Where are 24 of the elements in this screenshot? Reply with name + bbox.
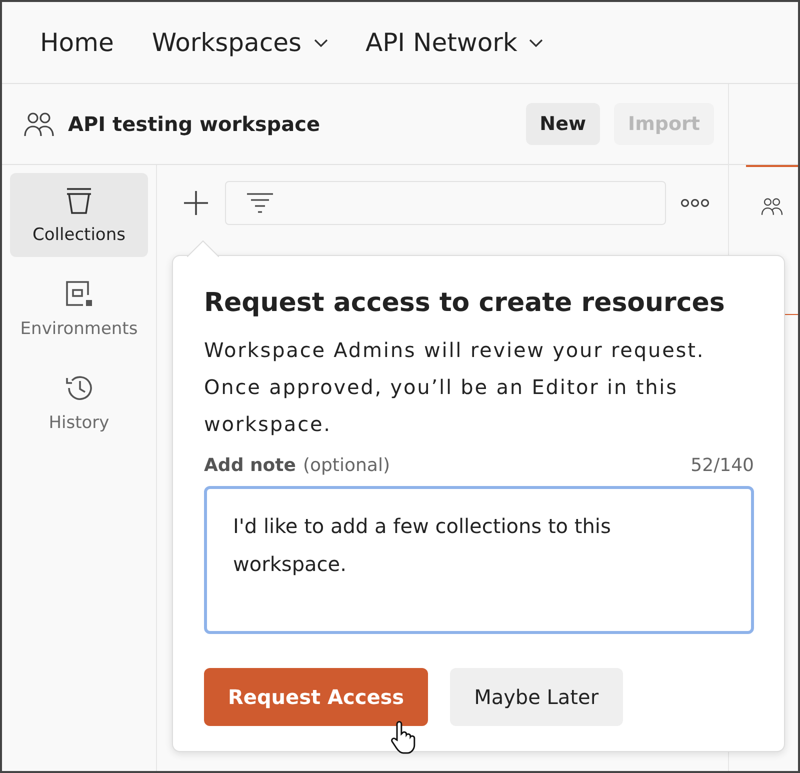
- secondary-button[interactable]: Maybe Later: [450, 668, 623, 726]
- primary-button[interactable]: Request Access: [204, 668, 428, 726]
- workspace-title: API testing workspace: [68, 112, 322, 136]
- environment-icon: [64, 279, 94, 309]
- sidebar-item[interactable]: History: [10, 359, 148, 445]
- filter-icon: [246, 192, 274, 214]
- plus-icon[interactable]: [181, 188, 211, 218]
- field-label: Add note: [204, 455, 296, 476]
- more-icon[interactable]: [680, 198, 710, 208]
- sidebar-item[interactable]: Environments: [10, 265, 148, 351]
- nav-link[interactable]: Home: [40, 28, 114, 57]
- popover-title: Request access to create resources: [204, 288, 726, 318]
- search-field[interactable]: [225, 181, 666, 225]
- nav-link[interactable]: API Network: [366, 28, 544, 57]
- note-field[interactable]: I'd like to add a few collections to this workspace.: [204, 486, 754, 634]
- people-icon: [24, 111, 54, 137]
- header-button[interactable]: New: [526, 103, 600, 145]
- character-counter: 52/140: [690, 455, 754, 476]
- nav-link[interactable]: Workspaces: [152, 28, 328, 57]
- optional-hint: (optional): [302, 455, 390, 476]
- sidebar-item[interactable]: Collections: [10, 173, 148, 257]
- popover-message: Workspace Admins will review your request. Once approved, you’ll be an Editor in this workspace.: [204, 337, 706, 438]
- history-icon: [64, 373, 94, 403]
- trash-can-icon: [64, 187, 94, 215]
